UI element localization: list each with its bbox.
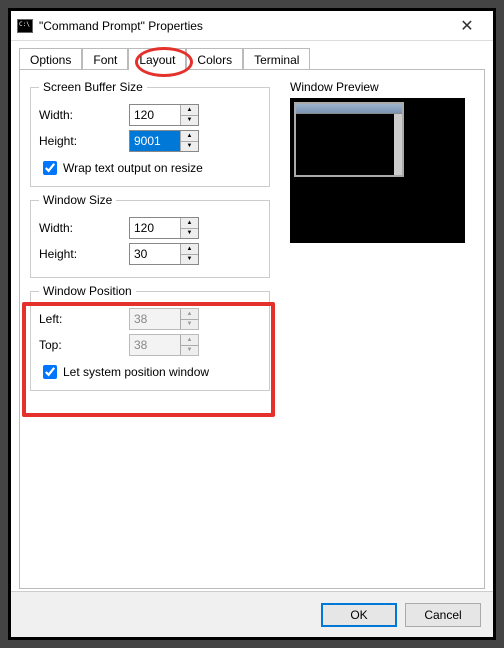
winsize-width-spinner[interactable]: ▲▼ <box>129 217 199 239</box>
winsize-height-spinner[interactable]: ▲▼ <box>129 243 199 265</box>
titlebar: "Command Prompt" Properties ✕ <box>11 11 493 41</box>
winpos-top-spinner: ▲▼ <box>129 334 199 356</box>
spin-up-icon[interactable]: ▲ <box>181 131 198 142</box>
cancel-button[interactable]: Cancel <box>405 603 481 627</box>
wrap-checkbox[interactable] <box>43 161 57 175</box>
spin-up-icon: ▲ <box>181 309 198 320</box>
tab-layout[interactable]: Layout <box>128 48 186 70</box>
winsize-legend: Window Size <box>39 193 116 207</box>
buffer-height-label: Height: <box>39 134 129 148</box>
winpos-left-spinner: ▲▼ <box>129 308 199 330</box>
buffer-height-spinner[interactable]: ▲▼ <box>129 130 199 152</box>
buffer-width-spinner[interactable]: ▲▼ <box>129 104 199 126</box>
button-bar: OK Cancel <box>11 591 493 637</box>
spin-down-icon[interactable]: ▼ <box>181 229 198 239</box>
winsize-height-input[interactable] <box>130 244 180 264</box>
preview-window-icon <box>294 102 404 177</box>
winpos-top-input <box>130 335 180 355</box>
group-window-position: Window Position Left: ▲▼ Top: ▲▼ <box>30 284 270 391</box>
winsize-width-label: Width: <box>39 221 129 235</box>
spin-down-icon: ▼ <box>181 320 198 330</box>
ok-button[interactable]: OK <box>321 603 397 627</box>
cmd-icon <box>17 19 33 33</box>
properties-dialog: "Command Prompt" Properties ✕ Options Fo… <box>8 8 496 640</box>
spin-up-icon[interactable]: ▲ <box>181 105 198 116</box>
winsize-height-label: Height: <box>39 247 129 261</box>
window-title: "Command Prompt" Properties <box>39 19 447 33</box>
buffer-height-input[interactable] <box>130 131 180 151</box>
wrap-label: Wrap text output on resize <box>63 161 203 175</box>
window-preview <box>290 98 465 243</box>
autoposition-label: Let system position window <box>63 365 209 379</box>
preview-label: Window Preview <box>290 80 465 94</box>
spin-down-icon[interactable]: ▼ <box>181 116 198 126</box>
tab-font[interactable]: Font <box>82 48 128 70</box>
spin-up-icon[interactable]: ▲ <box>181 218 198 229</box>
winsize-width-input[interactable] <box>130 218 180 238</box>
spin-up-icon[interactable]: ▲ <box>181 244 198 255</box>
winpos-left-input <box>130 309 180 329</box>
spin-down-icon[interactable]: ▼ <box>181 142 198 152</box>
buffer-width-input[interactable] <box>130 105 180 125</box>
winpos-legend: Window Position <box>39 284 136 298</box>
group-window-size: Window Size Width: ▲▼ Height: ▲▼ <box>30 193 270 278</box>
spin-down-icon: ▼ <box>181 346 198 356</box>
buffer-width-label: Width: <box>39 108 129 122</box>
autoposition-checkbox[interactable] <box>43 365 57 379</box>
group-screen-buffer: Screen Buffer Size Width: ▲▼ Height: ▲▼ <box>30 80 270 187</box>
tab-panel-layout: Screen Buffer Size Width: ▲▼ Height: ▲▼ <box>19 69 485 589</box>
close-button[interactable]: ✕ <box>447 16 487 36</box>
winpos-top-label: Top: <box>39 338 129 352</box>
tab-strip: Options Font Layout Colors Terminal <box>19 47 485 69</box>
winpos-left-label: Left: <box>39 312 129 326</box>
buffer-legend: Screen Buffer Size <box>39 80 147 94</box>
spin-up-icon: ▲ <box>181 335 198 346</box>
tab-terminal[interactable]: Terminal <box>243 48 310 70</box>
spin-down-icon[interactable]: ▼ <box>181 255 198 265</box>
tab-options[interactable]: Options <box>19 48 82 70</box>
tab-colors[interactable]: Colors <box>186 48 243 70</box>
